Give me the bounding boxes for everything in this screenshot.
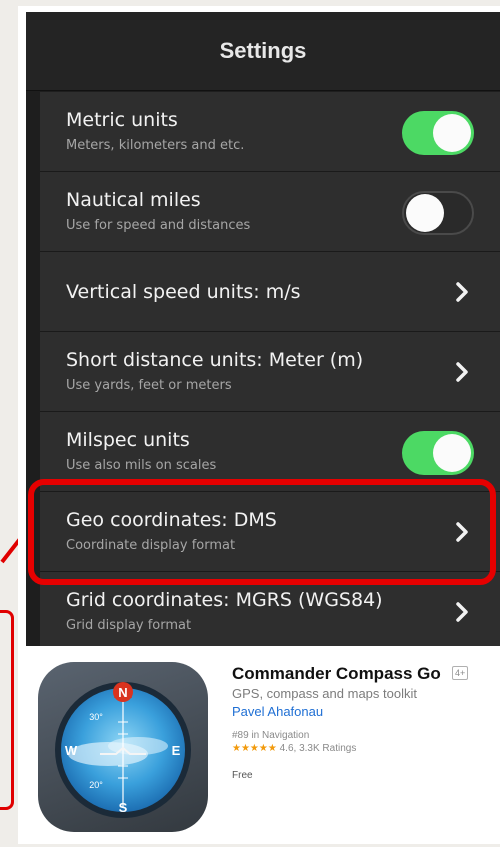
rating-text: 4.6, 3.3K Ratings [279, 743, 357, 754]
nautical-miles-toggle[interactable] [402, 191, 474, 235]
setting-title: Milspec units [66, 429, 190, 451]
setting-subtitle: Meters, kilometers and etc. [66, 138, 245, 153]
setting-row-metric-units[interactable]: Metric units Meters, kilometers and etc. [40, 92, 500, 172]
setting-subtitle: Use also mils on scales [66, 458, 217, 473]
setting-row-nautical-miles[interactable]: Nautical miles Use for speed and distanc… [40, 172, 500, 252]
setting-row-vertical-speed[interactable]: Vertical speed units: m/s [40, 252, 500, 332]
setting-subtitle: Grid display format [66, 618, 192, 633]
app-rating: ★★★★★ 4.6, 3.3K Ratings [232, 743, 356, 754]
app-store-listing: N S W E 30° 20° Commander Compass Go 4+ … [26, 650, 500, 844]
compass-angle-top-label: 30° [89, 712, 103, 722]
chevron-right-icon [456, 282, 468, 302]
age-rating-badge: 4+ [452, 666, 469, 680]
page-title: Settings [26, 12, 500, 91]
metric-units-toggle[interactable] [402, 111, 474, 155]
setting-subtitle: Use for speed and distances [66, 218, 251, 233]
setting-title: Vertical speed units: m/s [66, 281, 301, 303]
compass-icon: N S W E 30° 20° [55, 682, 191, 818]
toggle-knob [433, 434, 471, 472]
callout-bracket [0, 610, 14, 810]
compass-north-label: N [118, 685, 127, 700]
chevron-right-icon [456, 602, 468, 622]
setting-row-short-distance[interactable]: Short distance units: Meter (m) Use yard… [40, 332, 500, 412]
compass-south-label: S [119, 800, 128, 815]
setting-title: Grid coordinates: MGRS (WGS84) [66, 589, 383, 611]
rating-stars: ★★★★★ [232, 743, 277, 754]
setting-title: Short distance units: Meter (m) [66, 349, 364, 371]
app-subtitle: GPS, compass and maps toolkit [232, 686, 417, 701]
compass-east-label: E [172, 743, 181, 758]
app-price: Free [232, 770, 253, 781]
setting-subtitle: Use yards, feet or meters [66, 378, 232, 393]
compass-west-label: W [65, 743, 78, 758]
developer-link[interactable]: Pavel Ahafonau [232, 704, 323, 719]
app-name[interactable]: Commander Compass Go [232, 664, 441, 684]
setting-title: Nautical miles [66, 189, 201, 211]
highlight-box [28, 479, 496, 585]
setting-title: Metric units [66, 109, 178, 131]
screenshot-frame: Settings Metric units Meters, kilometers… [18, 6, 500, 844]
app-icon[interactable]: N S W E 30° 20° [38, 662, 208, 832]
category-rank: #89 in Navigation [232, 730, 310, 741]
toggle-knob [433, 114, 471, 152]
toggle-knob [406, 194, 444, 232]
chevron-right-icon [456, 362, 468, 382]
compass-angle-bottom-label: 20° [89, 780, 103, 790]
milspec-units-toggle[interactable] [402, 431, 474, 475]
